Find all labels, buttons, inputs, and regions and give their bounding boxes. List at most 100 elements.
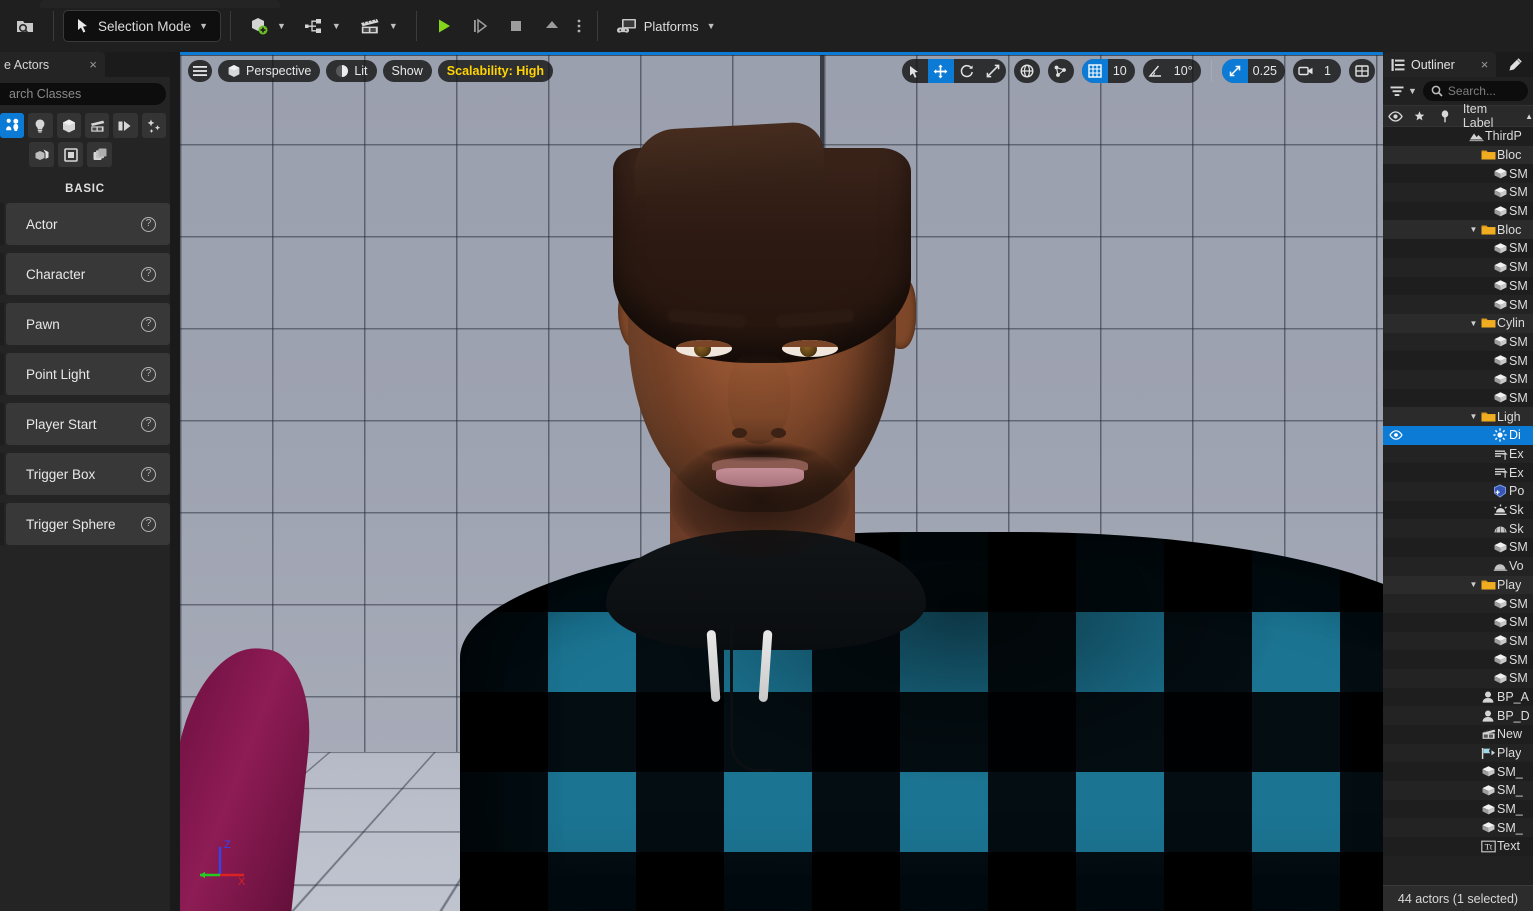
camera-speed-value[interactable]: 1 <box>1319 64 1341 78</box>
place-item-trigger-sphere[interactable]: Trigger Sphere ? <box>0 503 170 545</box>
save-folder-icon[interactable] <box>6 11 44 41</box>
scale-tool-icon[interactable] <box>980 59 1006 83</box>
viewport-menu-icon[interactable] <box>188 60 212 82</box>
outliner-row[interactable]: SM_ <box>1383 781 1533 800</box>
star-icon[interactable] <box>1408 110 1433 123</box>
add-actor-dropdown[interactable]: ▼ <box>240 11 295 41</box>
volumes-icon[interactable] <box>29 142 54 167</box>
help-icon[interactable]: ? <box>141 416 156 432</box>
expand-twisty-icon[interactable]: ▼ <box>1468 580 1479 589</box>
outliner-row[interactable]: SM <box>1383 295 1533 314</box>
outliner-row[interactable]: ▼ Ligh <box>1383 407 1533 426</box>
close-icon[interactable]: × <box>1481 57 1489 72</box>
outliner-row[interactable]: SM <box>1383 631 1533 651</box>
surface-snap-icon[interactable] <box>1048 59 1074 83</box>
viewport-layout-icon[interactable] <box>1349 59 1375 83</box>
outliner-row[interactable]: SM <box>1383 650 1533 669</box>
lights-icon[interactable] <box>28 113 53 138</box>
level-viewport[interactable]: Perspective Lit Show Scalability: High 1… <box>180 52 1383 911</box>
place-item-trigger-box[interactable]: Trigger Box ? <box>0 453 170 495</box>
show-menu-button[interactable]: Show <box>382 60 432 82</box>
item-label-column-header[interactable]: Item Label ▲ <box>1457 102 1533 130</box>
outliner-row[interactable]: SM <box>1383 239 1533 258</box>
outliner-row[interactable]: SM <box>1383 612 1533 632</box>
outliner-row[interactable]: Ex <box>1383 444 1533 464</box>
layers-icon[interactable] <box>87 142 112 167</box>
angle-snap-icon[interactable] <box>1143 59 1169 83</box>
help-icon[interactable]: ? <box>141 316 156 332</box>
outliner-row[interactable]: ▼ Cylin <box>1383 313 1533 333</box>
expand-twisty-icon[interactable]: ▼ <box>1468 412 1479 421</box>
place-item-point-light[interactable]: Point Light ? <box>0 353 170 395</box>
outliner-row[interactable]: SM <box>1383 668 1533 688</box>
outliner-row[interactable]: SM <box>1383 332 1533 352</box>
angle-snap-value[interactable]: 10° <box>1169 64 1201 78</box>
outliner-search-input[interactable]: Search... <box>1422 81 1528 101</box>
move-tool-icon[interactable] <box>927 59 954 83</box>
select-tool-icon[interactable] <box>902 59 928 83</box>
step-button[interactable] <box>462 11 498 41</box>
outliner-row[interactable]: ▼ Bloc <box>1383 220 1533 240</box>
outliner-row[interactable]: Tt Text <box>1383 837 1533 856</box>
blueprints-dropdown[interactable]: ▼ <box>295 11 350 41</box>
all-classes-icon[interactable] <box>0 113 25 138</box>
shapes-icon[interactable] <box>56 113 81 138</box>
selection-mode-button[interactable]: Selection Mode ▼ <box>63 10 221 42</box>
search-classes-input[interactable]: arch Classes <box>0 83 166 105</box>
outliner-row[interactable]: Vo <box>1383 556 1533 576</box>
visual-effects-icon[interactable] <box>141 113 166 138</box>
place-item-character[interactable]: Character ? <box>0 253 170 295</box>
outliner-row[interactable]: ▼ Play <box>1383 575 1533 595</box>
outliner-row[interactable]: BP_D <box>1383 706 1533 725</box>
outliner-row[interactable]: Po <box>1383 482 1533 501</box>
outliner-row[interactable]: Sk <box>1383 519 1533 539</box>
outliner-row[interactable]: SM <box>1383 183 1533 202</box>
place-item-actor[interactable]: Actor ? <box>0 203 170 245</box>
cinematics-dropdown[interactable]: ▼ <box>350 11 407 41</box>
outliner-row[interactable]: SM <box>1383 276 1533 296</box>
help-icon[interactable]: ? <box>141 216 156 232</box>
outliner-tree[interactable]: ThirdP Bloc SM SM SM ▼ Bloc SM SM SM SM ▼ Cylin SM SM S… <box>1383 127 1533 867</box>
tab-outliner[interactable]: Outliner × <box>1383 52 1497 77</box>
outliner-row[interactable]: Play <box>1383 743 1533 763</box>
place-item-pawn[interactable]: Pawn ? <box>0 303 170 345</box>
row-visibility-toggle[interactable] <box>1383 430 1408 441</box>
play-options-button[interactable] <box>570 11 588 41</box>
scale-snap-value[interactable]: 0.25 <box>1248 64 1285 78</box>
expand-twisty-icon[interactable]: ▼ <box>1468 319 1479 328</box>
help-icon[interactable]: ? <box>141 366 156 382</box>
scalability-button[interactable]: Scalability: High <box>437 60 554 82</box>
camera-speed-icon[interactable] <box>1293 59 1319 83</box>
camera-perspective-button[interactable]: Perspective <box>218 60 321 82</box>
outliner-row[interactable]: Ex <box>1383 463 1533 483</box>
outliner-row-selected[interactable]: Di <box>1383 426 1533 445</box>
stop-button[interactable] <box>498 11 534 41</box>
outliner-row[interactable]: SM <box>1383 594 1533 613</box>
play-button[interactable] <box>426 11 462 41</box>
outliner-row[interactable]: SM <box>1383 369 1533 389</box>
tab-place-actors[interactable]: e Actors × <box>0 52 105 77</box>
outliner-row[interactable]: SM <box>1383 538 1533 557</box>
outliner-row[interactable]: ThirdP <box>1383 127 1533 146</box>
place-item-player-start[interactable]: Player Start ? <box>0 403 170 445</box>
outliner-row[interactable]: SM <box>1383 201 1533 221</box>
outliner-row[interactable]: SM <box>1383 257 1533 277</box>
all-classes-2-icon[interactable] <box>58 142 83 167</box>
outliner-row[interactable]: Bloc <box>1383 145 1533 165</box>
outliner-row[interactable]: SM_ <box>1383 762 1533 782</box>
outliner-row[interactable]: BP_A <box>1383 687 1533 707</box>
outliner-row[interactable]: New <box>1383 725 1533 744</box>
world-coordinate-icon[interactable] <box>1014 59 1040 83</box>
eject-button[interactable] <box>534 11 570 41</box>
outliner-row[interactable]: SM <box>1383 351 1533 370</box>
close-icon[interactable]: × <box>89 57 97 72</box>
tab-details[interactable] <box>1496 52 1533 77</box>
scale-snap-icon[interactable] <box>1221 59 1248 83</box>
eye-icon[interactable] <box>1383 110 1408 122</box>
outliner-row[interactable]: SM <box>1383 388 1533 408</box>
filter-button[interactable]: ▼ <box>1388 85 1419 98</box>
grid-snap-value[interactable]: 10 <box>1108 64 1135 78</box>
outliner-row[interactable]: SM_ <box>1383 799 1533 819</box>
viewmode-lit-button[interactable]: Lit <box>326 60 377 82</box>
grid-snap-icon[interactable] <box>1081 59 1108 83</box>
